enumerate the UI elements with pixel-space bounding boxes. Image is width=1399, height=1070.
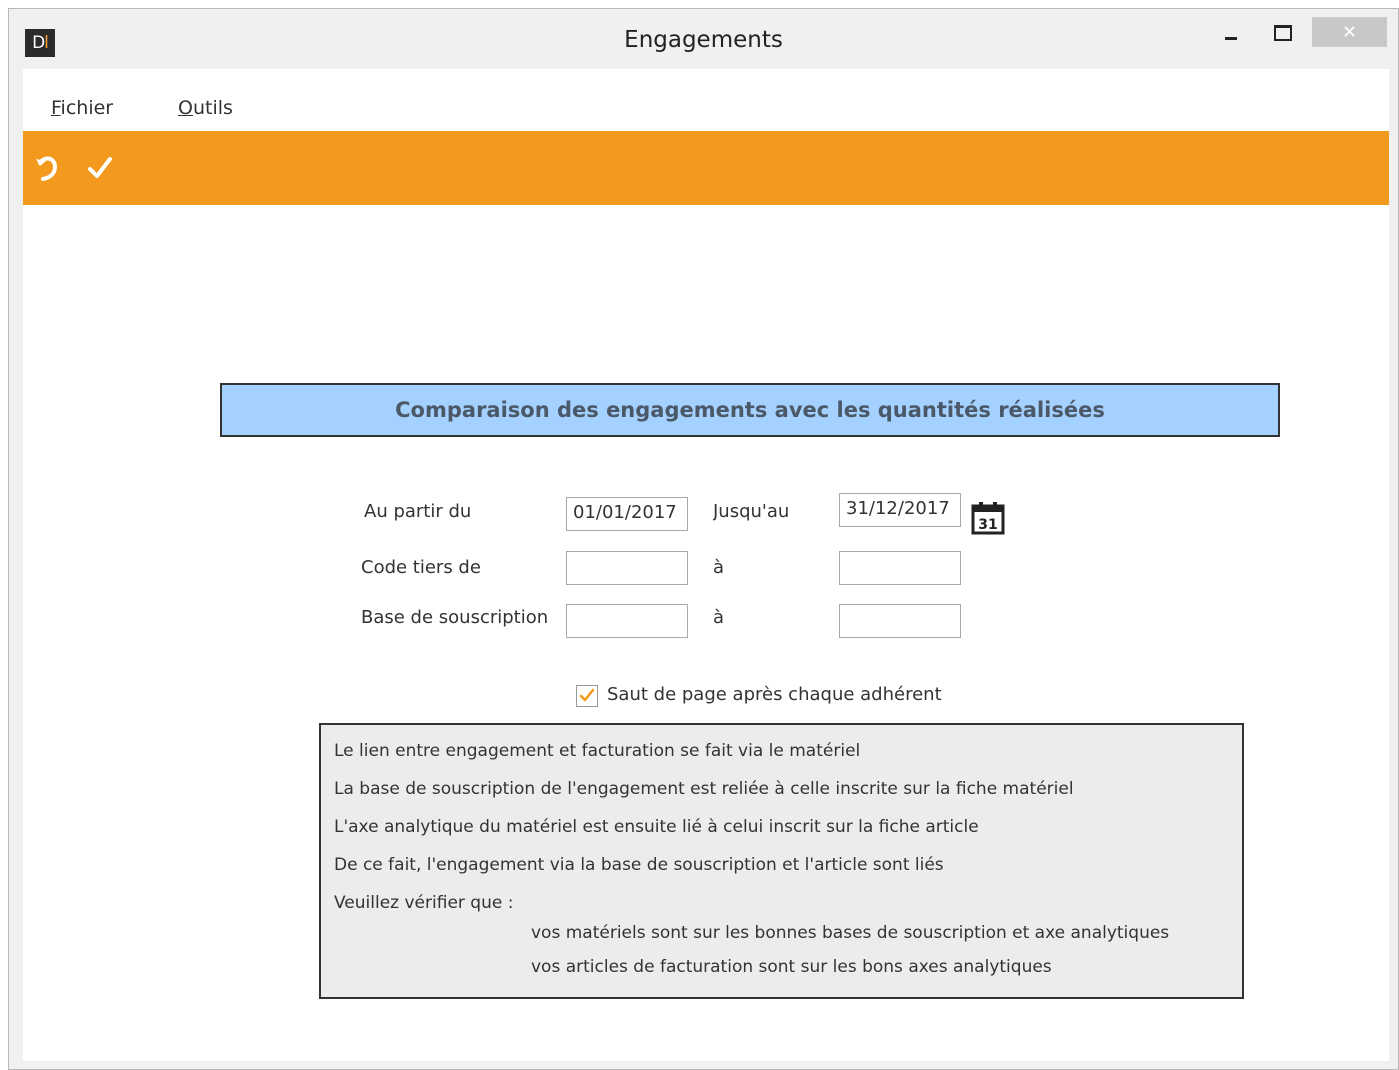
window-title: Engagements <box>624 27 783 53</box>
date-to-label: Jusqu'au <box>713 501 790 522</box>
info-line: Le lien entre engagement et facturation … <box>334 741 861 761</box>
maximize-button[interactable] <box>1261 17 1305 49</box>
date-from-input[interactable]: 01/01/2017 <box>566 497 688 531</box>
base-separator: à <box>713 607 725 628</box>
menu-fichier-mnemonic: F <box>51 97 61 119</box>
menu-outils-label: utils <box>192 97 233 119</box>
code-tiers-to-input[interactable] <box>839 551 961 585</box>
info-line: L'axe analytique du matériel est ensuite… <box>334 817 979 837</box>
calendar-icon[interactable]: 31 <box>971 501 1005 535</box>
info-bullet: vos matériels sont sur les bonnes bases … <box>531 923 1170 943</box>
menu-fichier[interactable]: Fichier <box>51 97 113 119</box>
menu-bar: Fichier Outils <box>23 69 1389 131</box>
date-from-label: Au partir du <box>364 501 472 522</box>
info-line: De ce fait, l'engagement via la base de … <box>334 855 944 875</box>
info-line: Veuillez vérifier que : <box>334 893 514 913</box>
checkmark-icon <box>579 688 595 702</box>
undo-icon[interactable] <box>33 153 63 183</box>
base-to-input[interactable] <box>839 604 961 638</box>
menu-outils-mnemonic: O <box>178 97 193 119</box>
info-line: La base de souscription de l'engagement … <box>334 779 1074 799</box>
report-banner: Comparaison des engagements avec les qua… <box>220 383 1280 437</box>
title-bar[interactable]: Dl Engagements ✕ <box>9 9 1398 69</box>
close-button[interactable]: ✕ <box>1312 17 1387 47</box>
code-tiers-label: Code tiers de <box>361 557 481 578</box>
menu-outils[interactable]: Outils <box>178 97 233 119</box>
toolbar <box>23 131 1389 205</box>
page-break-checkbox[interactable] <box>576 685 598 707</box>
menu-fichier-label: ichier <box>60 97 114 119</box>
code-tiers-separator: à <box>713 557 725 578</box>
info-panel: Le lien entre engagement et facturation … <box>319 723 1244 999</box>
base-souscription-label: Base de souscription <box>361 607 547 628</box>
date-to-input[interactable]: 31/12/2017 <box>839 493 961 527</box>
code-tiers-from-input[interactable] <box>566 551 688 585</box>
minimize-button[interactable] <box>1209 17 1253 49</box>
base-from-input[interactable] <box>566 604 688 638</box>
info-bullet: vos articles de facturation sont sur les… <box>531 957 1052 977</box>
app-window: Dl Engagements ✕ Fichier Outils Comparai… <box>8 8 1399 1070</box>
page-break-label[interactable]: Saut de page après chaque adhérent <box>607 684 942 705</box>
calendar-icon-day: 31 <box>978 517 997 533</box>
check-icon[interactable] <box>85 153 115 183</box>
close-icon: ✕ <box>1341 21 1358 43</box>
report-title: Comparaison des engagements avec les qua… <box>395 398 1105 422</box>
main-content: Comparaison des engagements avec les qua… <box>23 205 1389 1061</box>
